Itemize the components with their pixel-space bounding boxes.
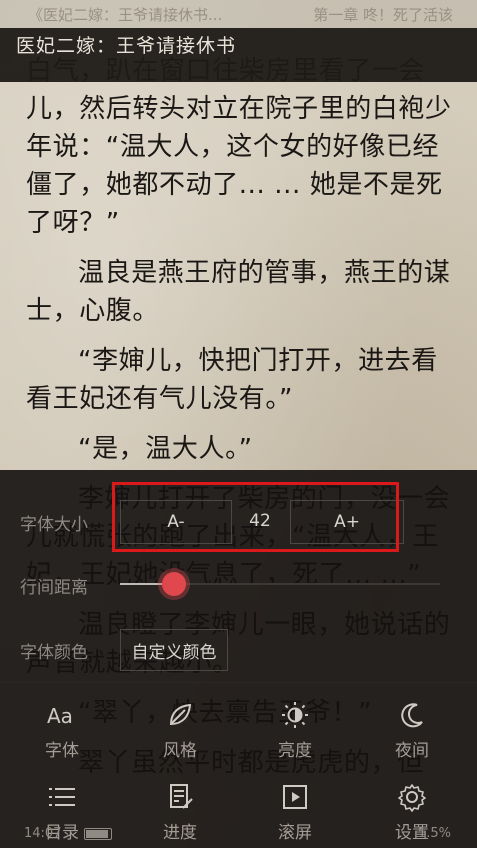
custom-color-button[interactable]: 自定义颜色 (120, 629, 228, 671)
tab-font[interactable]: Aa 字体 (12, 698, 112, 761)
tab-brightness-label: 亮度 (278, 741, 312, 761)
line-spacing-label: 行间距离 (20, 578, 88, 598)
status-strip: 《医妃二嫁：王爷请接休书... 第一章 咚！死了活该 (0, 0, 477, 28)
tab-font-label: 字体 (45, 741, 79, 761)
tab-brightness[interactable]: 亮度 (245, 698, 345, 761)
tab-style[interactable]: 风格 (130, 698, 230, 761)
book-title: 医妃二嫁：王爷请接休书 (16, 35, 237, 57)
svg-text:Aa: Aa (47, 704, 73, 728)
settings-panel: 字体大小 A- 42 A+ 行间距离 字体颜色 自定义颜色 Aa 字体 风格 亮… (0, 470, 477, 848)
list-icon (12, 780, 112, 814)
percent-text: 1.5% (417, 826, 451, 841)
highlight-box (112, 482, 399, 552)
book-title-status: 《医妃二嫁：王爷请接休书... (28, 6, 223, 24)
tab-progress-label: 进度 (163, 823, 197, 843)
play-box-icon (245, 780, 345, 814)
line-spacing-thumb[interactable] (162, 572, 187, 596)
panel-divider (0, 682, 477, 683)
book-paragraph: “是，温大人。” (78, 434, 253, 464)
book-paragraph: 温良是燕王府的管事，燕王的谋士，心腹。 (26, 258, 451, 326)
tab-night-label: 夜间 (395, 741, 429, 761)
leaf-icon (130, 698, 230, 732)
book-paragraph: “李婶儿，快把门打开，进去看看王妃还有气儿没有。” (26, 346, 438, 414)
brightness-icon (245, 698, 345, 732)
tab-style-label: 风格 (163, 741, 197, 761)
tab-night[interactable]: 夜间 (362, 698, 462, 761)
battery-icon (84, 828, 112, 840)
moon-icon (362, 698, 462, 732)
tab-scroll-label: 滚屏 (278, 823, 312, 843)
font-icon: Aa (12, 698, 112, 732)
gear-icon (362, 780, 462, 814)
top-bar: 医妃二嫁：王爷请接休书 (0, 28, 477, 82)
font-color-label: 字体颜色 (20, 643, 88, 663)
tab-progress[interactable]: 进度 (130, 780, 230, 843)
reader-page: 《医妃二嫁：王爷请接休书... 第一章 咚！死了活该 白气，趴在窗口往柴房里看了… (0, 0, 477, 848)
font-size-label: 字体大小 (20, 515, 88, 535)
time-text: 14:07 (24, 826, 62, 841)
chapter-title-status: 第一章 咚！死了活该 (313, 6, 453, 24)
tab-scroll[interactable]: 滚屏 (245, 780, 345, 843)
progress-icon (130, 780, 230, 814)
